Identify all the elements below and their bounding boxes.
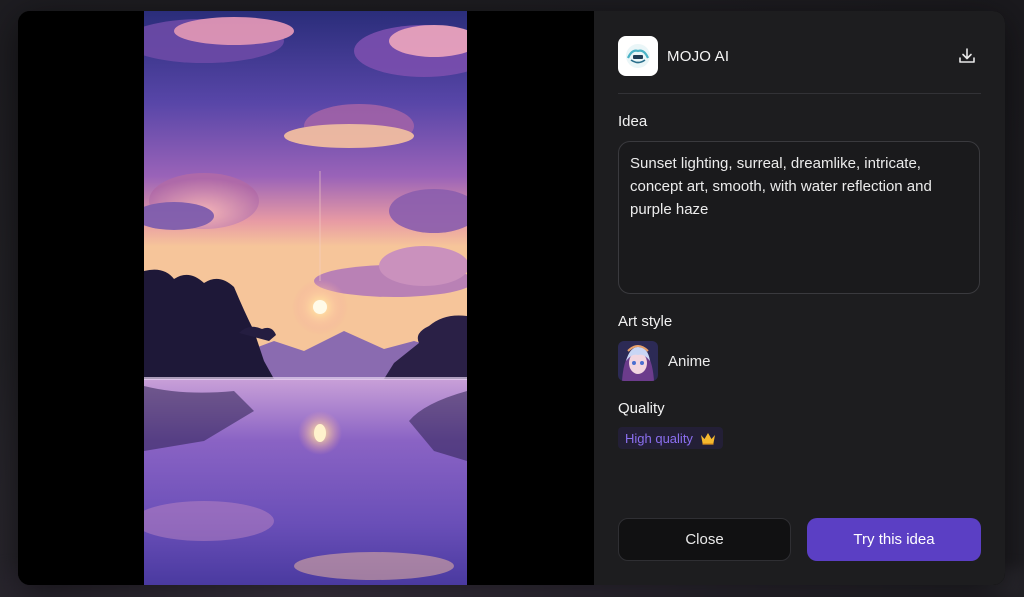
close-button[interactable]: Close	[618, 518, 791, 561]
crown-icon	[700, 431, 716, 445]
download-button[interactable]	[953, 42, 981, 70]
idea-details-panel: MOJO AI Idea Sunset lighting, surreal, d…	[594, 11, 1005, 585]
idea-text-box: Sunset lighting, surreal, dreamlike, int…	[618, 141, 980, 294]
quality-badge: High quality	[618, 427, 723, 449]
quality-label: Quality	[618, 400, 665, 417]
header-divider	[618, 93, 981, 94]
art-style-row: Anime	[618, 341, 711, 381]
art-style-label: Art style	[618, 313, 673, 330]
idea-label: Idea	[618, 113, 648, 130]
download-icon	[959, 48, 975, 63]
generated-artwork	[144, 11, 467, 585]
art-style-name: Anime	[668, 352, 711, 370]
app-name: MOJO AI	[667, 47, 730, 65]
panel-header: MOJO AI	[618, 36, 981, 76]
quality-value: High quality	[625, 430, 693, 446]
try-this-idea-button[interactable]: Try this idea	[807, 518, 981, 561]
idea-detail-modal: MOJO AI Idea Sunset lighting, surreal, d…	[18, 11, 1005, 585]
image-preview-area	[18, 11, 594, 585]
anime-style-thumbnail	[618, 341, 658, 381]
mojo-ai-logo-icon	[618, 36, 658, 76]
